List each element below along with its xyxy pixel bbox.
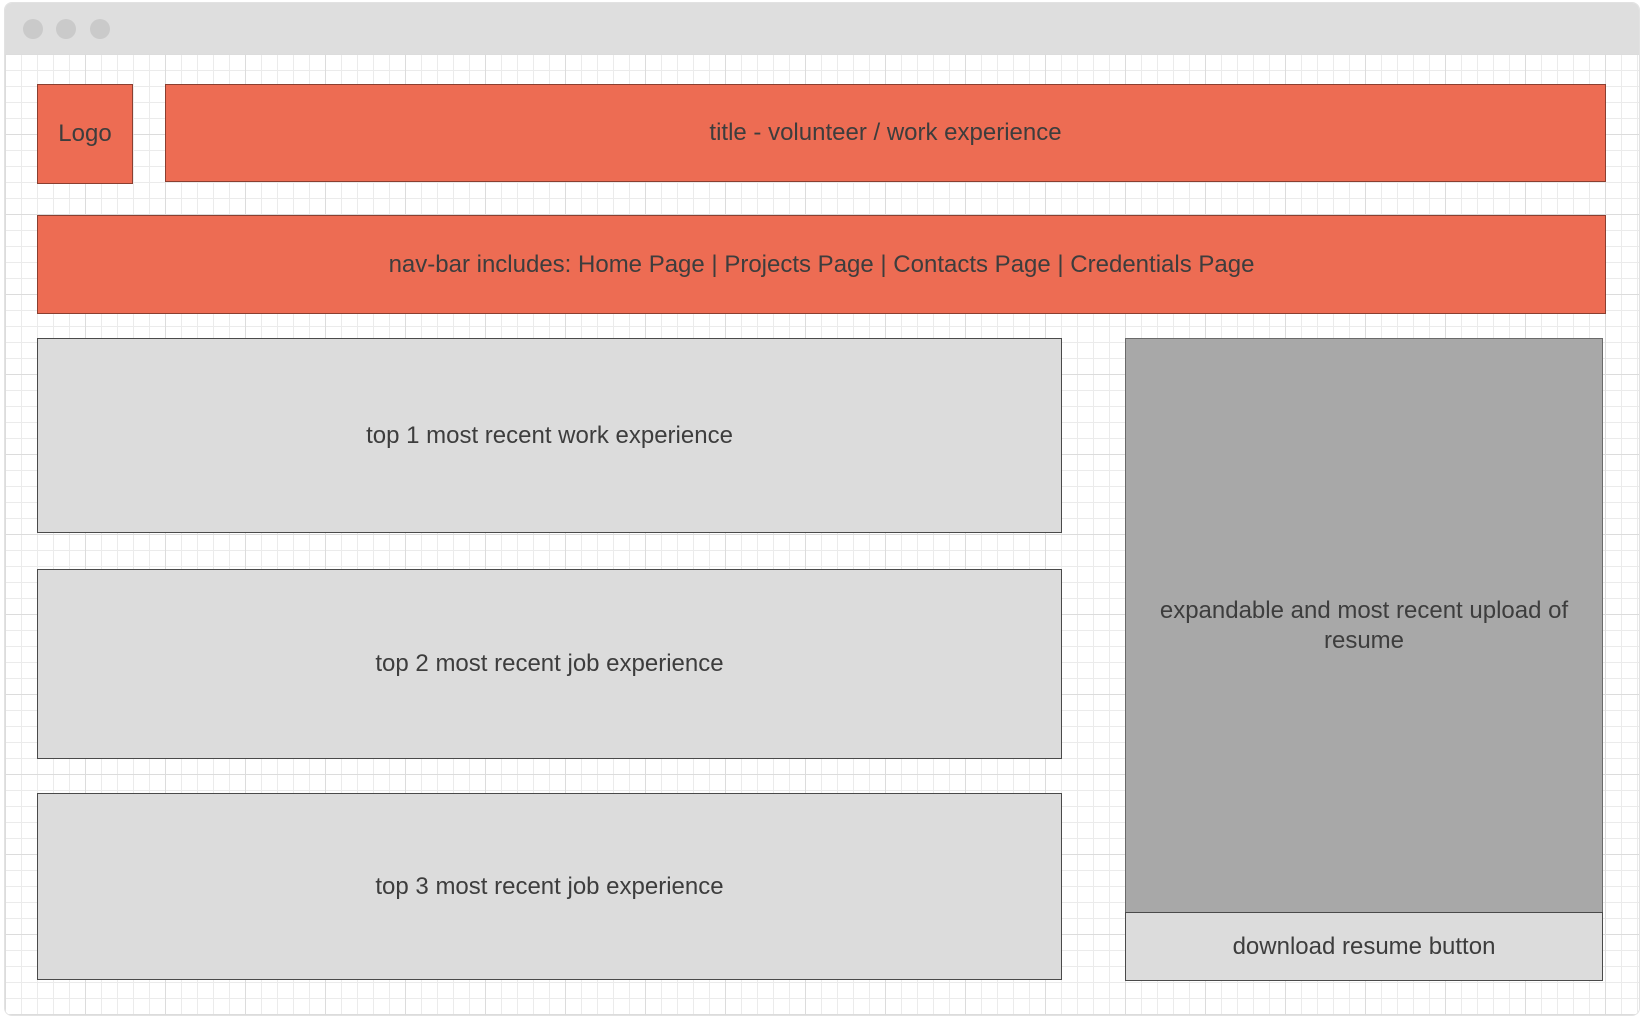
experience-card-3[interactable]: top 3 most recent job experience — [37, 793, 1062, 980]
experience-card-2[interactable]: top 2 most recent job experience — [37, 569, 1062, 759]
window-close-dot[interactable] — [23, 19, 43, 39]
window-titlebar — [5, 3, 1639, 54]
page-title: title - volunteer / work experience — [709, 119, 1062, 146]
logo-box[interactable]: Logo — [37, 84, 133, 184]
experience-card-1[interactable]: top 1 most recent work experience — [37, 338, 1062, 533]
experience-card-label: top 3 most recent job experience — [375, 872, 724, 900]
page-title-box: title - volunteer / work experience — [165, 84, 1606, 182]
experience-card-label: top 1 most recent work experience — [366, 421, 733, 449]
download-resume-button[interactable]: download resume button — [1125, 912, 1603, 981]
experience-card-label: top 2 most recent job experience — [375, 650, 724, 677]
logo-label: Logo — [58, 120, 112, 147]
window-minimize-dot[interactable] — [56, 19, 76, 39]
resume-preview-panel[interactable]: expandable and most recent upload of res… — [1125, 338, 1603, 913]
nav-bar[interactable]: nav-bar includes: Home Page | Projects P… — [37, 215, 1606, 314]
resume-preview-label: expandable and most recent upload of res… — [1159, 596, 1569, 654]
download-resume-label: download resume button — [1232, 932, 1496, 960]
window-maximize-dot[interactable] — [90, 19, 110, 39]
nav-bar-label: nav-bar includes: Home Page | Projects P… — [388, 250, 1255, 278]
